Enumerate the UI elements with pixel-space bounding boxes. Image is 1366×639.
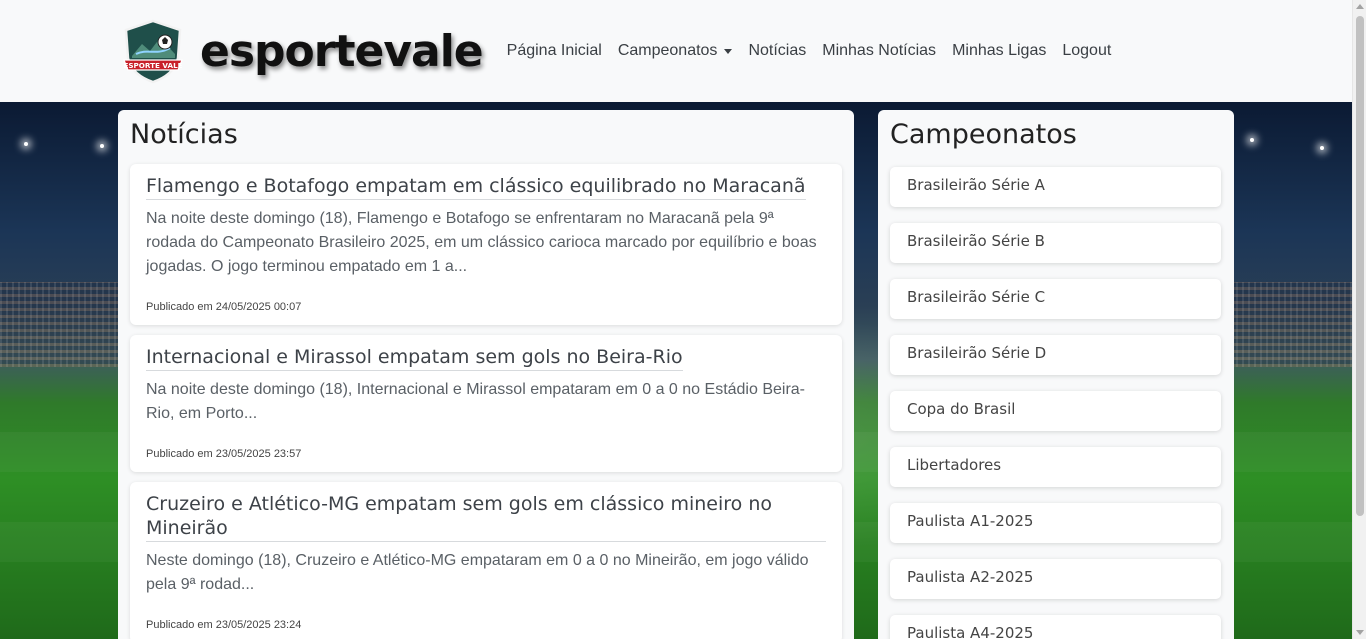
nav-label: Logout: [1062, 42, 1112, 59]
championship-item[interactable]: Paulista A2-2025: [890, 559, 1221, 599]
news-excerpt: Na noite deste domingo (18), Internacion…: [146, 381, 806, 422]
brand-link[interactable]: ESPORTE VALE esportevale: [120, 18, 484, 84]
news-card[interactable]: Internacional e Mirassol empatam sem gol…: [130, 335, 842, 472]
news-date: Publicado em 23/05/2025 23:57: [146, 448, 302, 460]
nav-logout[interactable]: Logout: [1054, 42, 1119, 60]
championship-item[interactable]: Brasileirão Série A: [890, 167, 1221, 207]
scroll-down-icon[interactable]: [1356, 630, 1364, 635]
scrollbar-thumb[interactable]: [1356, 16, 1364, 516]
championship-item[interactable]: Copa do Brasil: [890, 391, 1221, 431]
nav-label: Minhas Notícias: [822, 42, 937, 59]
stadium-light: [24, 142, 28, 146]
caret-down-icon: [724, 48, 733, 54]
news-date: Publicado em 23/05/2025 23:24: [146, 619, 302, 631]
nav-noticias[interactable]: Notícias: [740, 42, 814, 60]
nav-label: Notícias: [748, 42, 807, 59]
esporte-vale-logo: ESPORTE VALE: [123, 19, 183, 84]
championships-heading: Campeonatos: [890, 119, 1077, 150]
news-excerpt: Na noite deste domingo (18), Flamengo e …: [146, 210, 817, 275]
championship-item[interactable]: Paulista A1-2025: [890, 503, 1221, 543]
news-title-link[interactable]: Flamengo e Botafogo empatam em clássico …: [146, 174, 806, 200]
nav-campeonatos-dropdown[interactable]: Campeonatos: [610, 42, 741, 60]
nav-label: Campeonatos: [617, 42, 718, 59]
championship-item[interactable]: Paulista A4-2025: [890, 615, 1221, 639]
nav-minhas-noticias[interactable]: Minhas Notícias: [814, 42, 944, 60]
page-scrollbar[interactable]: [1352, 0, 1366, 639]
main-nav: Página Inicial Campeonatos Notícias Minh…: [499, 42, 1120, 60]
championship-item[interactable]: Libertadores: [890, 447, 1221, 487]
svg-text:ESPORTE VALE: ESPORTE VALE: [123, 61, 182, 70]
scroll-up-icon[interactable]: [1356, 4, 1364, 9]
nav-label: Minhas Ligas: [952, 42, 1047, 59]
stadium-light: [1320, 146, 1324, 150]
news-heading: Notícias: [130, 119, 238, 150]
news-date: Publicado em 24/05/2025 00:07: [146, 301, 302, 313]
championship-item[interactable]: Brasileirão Série D: [890, 335, 1221, 375]
news-panel: Notícias Flamengo e Botafogo empatam em …: [118, 110, 854, 639]
nav-pagina-inicial[interactable]: Página Inicial: [499, 42, 610, 60]
news-title-link[interactable]: Internacional e Mirassol empatam sem gol…: [146, 345, 683, 371]
news-excerpt: Neste domingo (18), Cruzeiro e Atlético-…: [146, 552, 809, 593]
brand-name: esportevale: [200, 25, 484, 77]
championships-panel: Campeonatos Brasileirão Série A Brasilei…: [878, 110, 1234, 639]
top-navbar: ESPORTE VALE esportevale Página Inicial …: [0, 0, 1352, 102]
stadium-light: [1250, 138, 1254, 142]
news-card[interactable]: Cruzeiro e Atlético-MG empatam sem gols …: [130, 482, 842, 639]
news-card[interactable]: Flamengo e Botafogo empatam em clássico …: [130, 164, 842, 325]
championship-item[interactable]: Brasileirão Série B: [890, 223, 1221, 263]
stadium-light: [100, 144, 104, 148]
nav-minhas-ligas[interactable]: Minhas Ligas: [944, 42, 1054, 60]
championship-item[interactable]: Brasileirão Série C: [890, 279, 1221, 319]
nav-label: Página Inicial: [506, 42, 602, 59]
news-title-link[interactable]: Cruzeiro e Atlético-MG empatam sem gols …: [146, 492, 826, 542]
